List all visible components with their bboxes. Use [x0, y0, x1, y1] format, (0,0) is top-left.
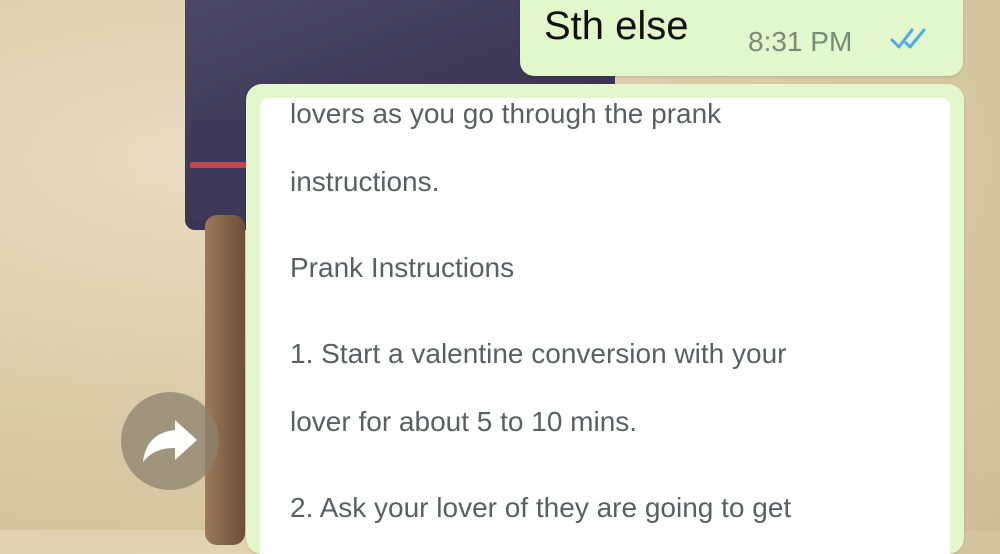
forward-button[interactable]: [121, 392, 219, 490]
wallpaper-sleeve-stripe: [190, 162, 248, 168]
message-line: lovers as you go through the prank: [290, 98, 722, 129]
forwarded-message-content: lovers as you go through the prank instr…: [260, 98, 950, 554]
message-line: instructions.: [290, 166, 440, 197]
message-timestamp: 8:31 PM: [748, 26, 853, 57]
wallpaper-person-sleeve: [190, 120, 250, 220]
wallpaper-person-arm: [205, 215, 245, 545]
message-heading: Prank Instructions: [290, 252, 515, 283]
forward-arrow-icon: [143, 420, 197, 462]
outgoing-message-bubble[interactable]: Sth else 8:31 PM: [520, 0, 963, 76]
message-line: 1. Start a valentine conversion with you…: [290, 338, 787, 369]
message-line: lover for about 5 to 10 mins.: [290, 406, 638, 437]
double-check-icon: [890, 28, 926, 49]
message-line: 2. Ask your lover of they are going to g…: [290, 492, 792, 523]
message-text: Sth else: [544, 4, 689, 48]
forwarded-message-bubble[interactable]: lovers as you go through the prank instr…: [246, 84, 964, 554]
